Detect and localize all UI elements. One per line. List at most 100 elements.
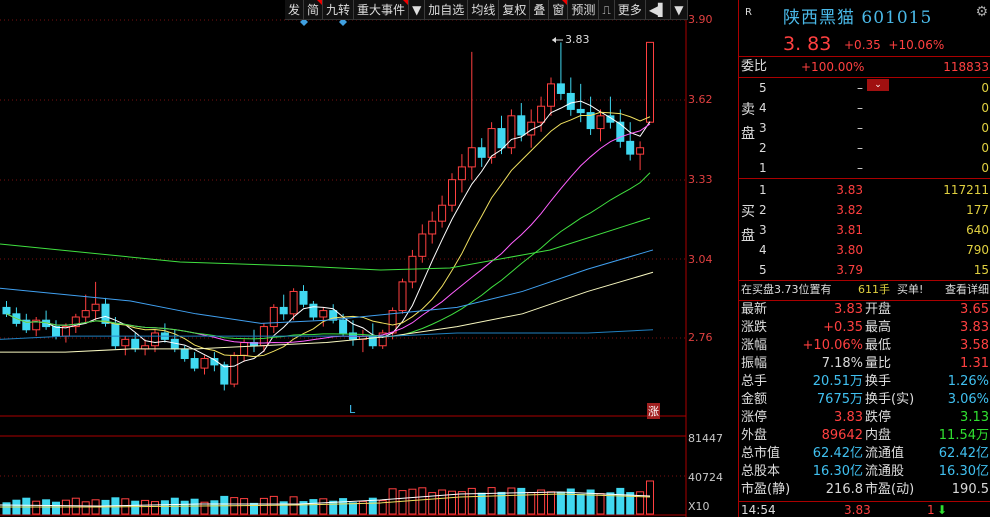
volume-bar — [349, 502, 357, 515]
toolbar-button[interactable]: 复权 — [499, 0, 531, 20]
stock-header: R 陕西黑猫 601015 ⚙ 3. 83 +0.35 +10.06% — [739, 0, 990, 56]
candle-body — [200, 358, 209, 369]
volume-bar — [319, 498, 328, 515]
quote-row: 总市值 62.42亿 流通值 62.42亿 — [741, 446, 989, 461]
gear-icon[interactable]: ⚙ — [975, 4, 988, 20]
toolbar-button[interactable]: ◀▌ — [646, 0, 672, 20]
quote-row: 涨幅 +10.06% 最低 3.58 — [741, 338, 989, 353]
sell_side-level-row[interactable]: 5–0 — [739, 78, 990, 98]
candle-body — [438, 204, 447, 222]
volume-bar — [22, 497, 31, 515]
candle-body — [517, 115, 526, 136]
toolbar-button[interactable]: 更多 — [615, 0, 646, 20]
volume-bar — [220, 495, 229, 515]
toolbar-button[interactable]: ⎍ — [599, 0, 615, 20]
r-badge: R — [745, 7, 752, 18]
toolbar-button[interactable]: 预测 — [568, 0, 600, 20]
volume-bar — [467, 487, 476, 515]
price-axis-label: 2.76 — [688, 331, 713, 344]
candle-body — [537, 105, 546, 123]
volume-bar — [329, 500, 338, 515]
quote-row: 外盘 89642 内盘 11.54万 — [741, 428, 989, 443]
buy_side-level-row[interactable]: 5 3.79 15 — [739, 260, 990, 280]
candle-body — [2, 306, 11, 315]
l-marker: L — [349, 403, 356, 416]
sell_side-level-row[interactable]: 1–0 — [739, 158, 990, 178]
chart-toolbar: 发简九转 重大事件 ▼ 加自选 均线 复权叠窗预测 ⎍ 更多 ◀▌ ▼ — [285, 0, 688, 20]
down-arrow-icon: ⬇ — [937, 503, 948, 517]
volume-bar — [487, 487, 496, 515]
price-axis-label: 3.62 — [688, 93, 713, 106]
toolbar-button[interactable]: 窗 — [549, 0, 569, 20]
toolbar-button[interactable]: 九转 — [323, 0, 355, 20]
candle-body — [477, 147, 486, 158]
volume-bar — [151, 501, 159, 515]
quote-row: 涨跌 +0.35 最高 3.83 — [741, 320, 989, 335]
view-detail-link[interactable]: 查看详细 — [945, 280, 989, 300]
toolbar-button[interactable]: 简 — [304, 0, 324, 20]
candle-body — [180, 348, 189, 360]
candle-body — [121, 338, 130, 347]
candle-body — [428, 220, 437, 235]
toolbar-button[interactable]: 重大事件 — [354, 0, 410, 20]
volume-bar — [141, 499, 150, 515]
candle-body — [151, 332, 159, 347]
order-alert-row[interactable]: 在买盘3.73位置有 611手 买单! 查看详细 — [739, 280, 990, 300]
volume-bar — [2, 502, 11, 515]
candle-body — [547, 83, 555, 107]
volume-multiplier-label: X10 — [688, 500, 710, 513]
candle-body — [289, 290, 298, 315]
candle-body — [467, 147, 476, 168]
volume-bar — [160, 500, 169, 515]
candle-body — [279, 306, 288, 315]
volume-bar — [52, 501, 60, 515]
candle-body — [52, 326, 60, 337]
candle-body — [497, 128, 506, 149]
volume-bar — [616, 487, 625, 515]
candle-body — [448, 179, 456, 206]
candle-body — [507, 115, 516, 149]
quote-row: 市盈(静) 216.8 市盈(动) 190.5 — [741, 482, 989, 497]
volume-bar — [309, 499, 318, 515]
sell_side-level-row[interactable]: 2–0 — [739, 138, 990, 158]
toolbar-button[interactable]: 加自选 — [425, 0, 469, 20]
volume-bar — [556, 491, 565, 515]
candle-body — [190, 358, 199, 369]
quote-row: 最新 3.83 开盘 3.65 — [741, 302, 989, 317]
volume-bar — [259, 497, 268, 515]
volume-bar — [646, 480, 654, 515]
candle-body — [457, 166, 466, 181]
volume-bar — [398, 490, 407, 515]
candle-body — [91, 303, 100, 312]
volume-bar — [596, 493, 605, 515]
candle-body — [566, 92, 575, 110]
candle-body — [230, 354, 239, 385]
sell_side-level-row[interactable]: 4–0 — [739, 98, 990, 118]
candle-body — [319, 310, 328, 318]
volume-bar — [576, 493, 585, 515]
buy_side-level-row[interactable]: 1 3.83 117211 — [739, 180, 990, 200]
tick-bar: 14:54 3.83 1 ⬇ — [739, 501, 990, 517]
volume-bar — [438, 489, 447, 515]
volume-bar — [408, 488, 417, 515]
weibi-row: 委比 +100.00% 118833 — [741, 59, 989, 74]
volume-bar — [240, 498, 249, 515]
high-price-marker: 3.83 — [565, 33, 590, 46]
buy_side-level-row[interactable]: 2 3.82 177 — [739, 200, 990, 220]
toolbar-button[interactable]: ▼ — [409, 0, 426, 20]
quote-row: 涨停 3.83 跌停 3.13 — [741, 410, 989, 425]
toolbar-button[interactable]: 发 — [285, 0, 305, 20]
toolbar-button[interactable]: ▼ — [671, 0, 688, 20]
toolbar-button[interactable]: 均线 — [468, 0, 500, 20]
sell_side-level-row[interactable]: 3–0 — [739, 118, 990, 138]
volume-bar — [210, 500, 219, 515]
volume-bar — [180, 500, 189, 515]
candle-body — [576, 108, 585, 114]
buy_side-level-row[interactable]: 3 3.81 640 — [739, 220, 990, 240]
candle-body — [418, 233, 427, 257]
candle-body — [309, 303, 318, 318]
kline-chart[interactable] — [0, 0, 738, 517]
buy_side-level-row[interactable]: 4 3.80 790 — [739, 240, 990, 260]
toolbar-button[interactable]: 叠 — [530, 0, 550, 20]
volume-bar — [339, 498, 348, 515]
